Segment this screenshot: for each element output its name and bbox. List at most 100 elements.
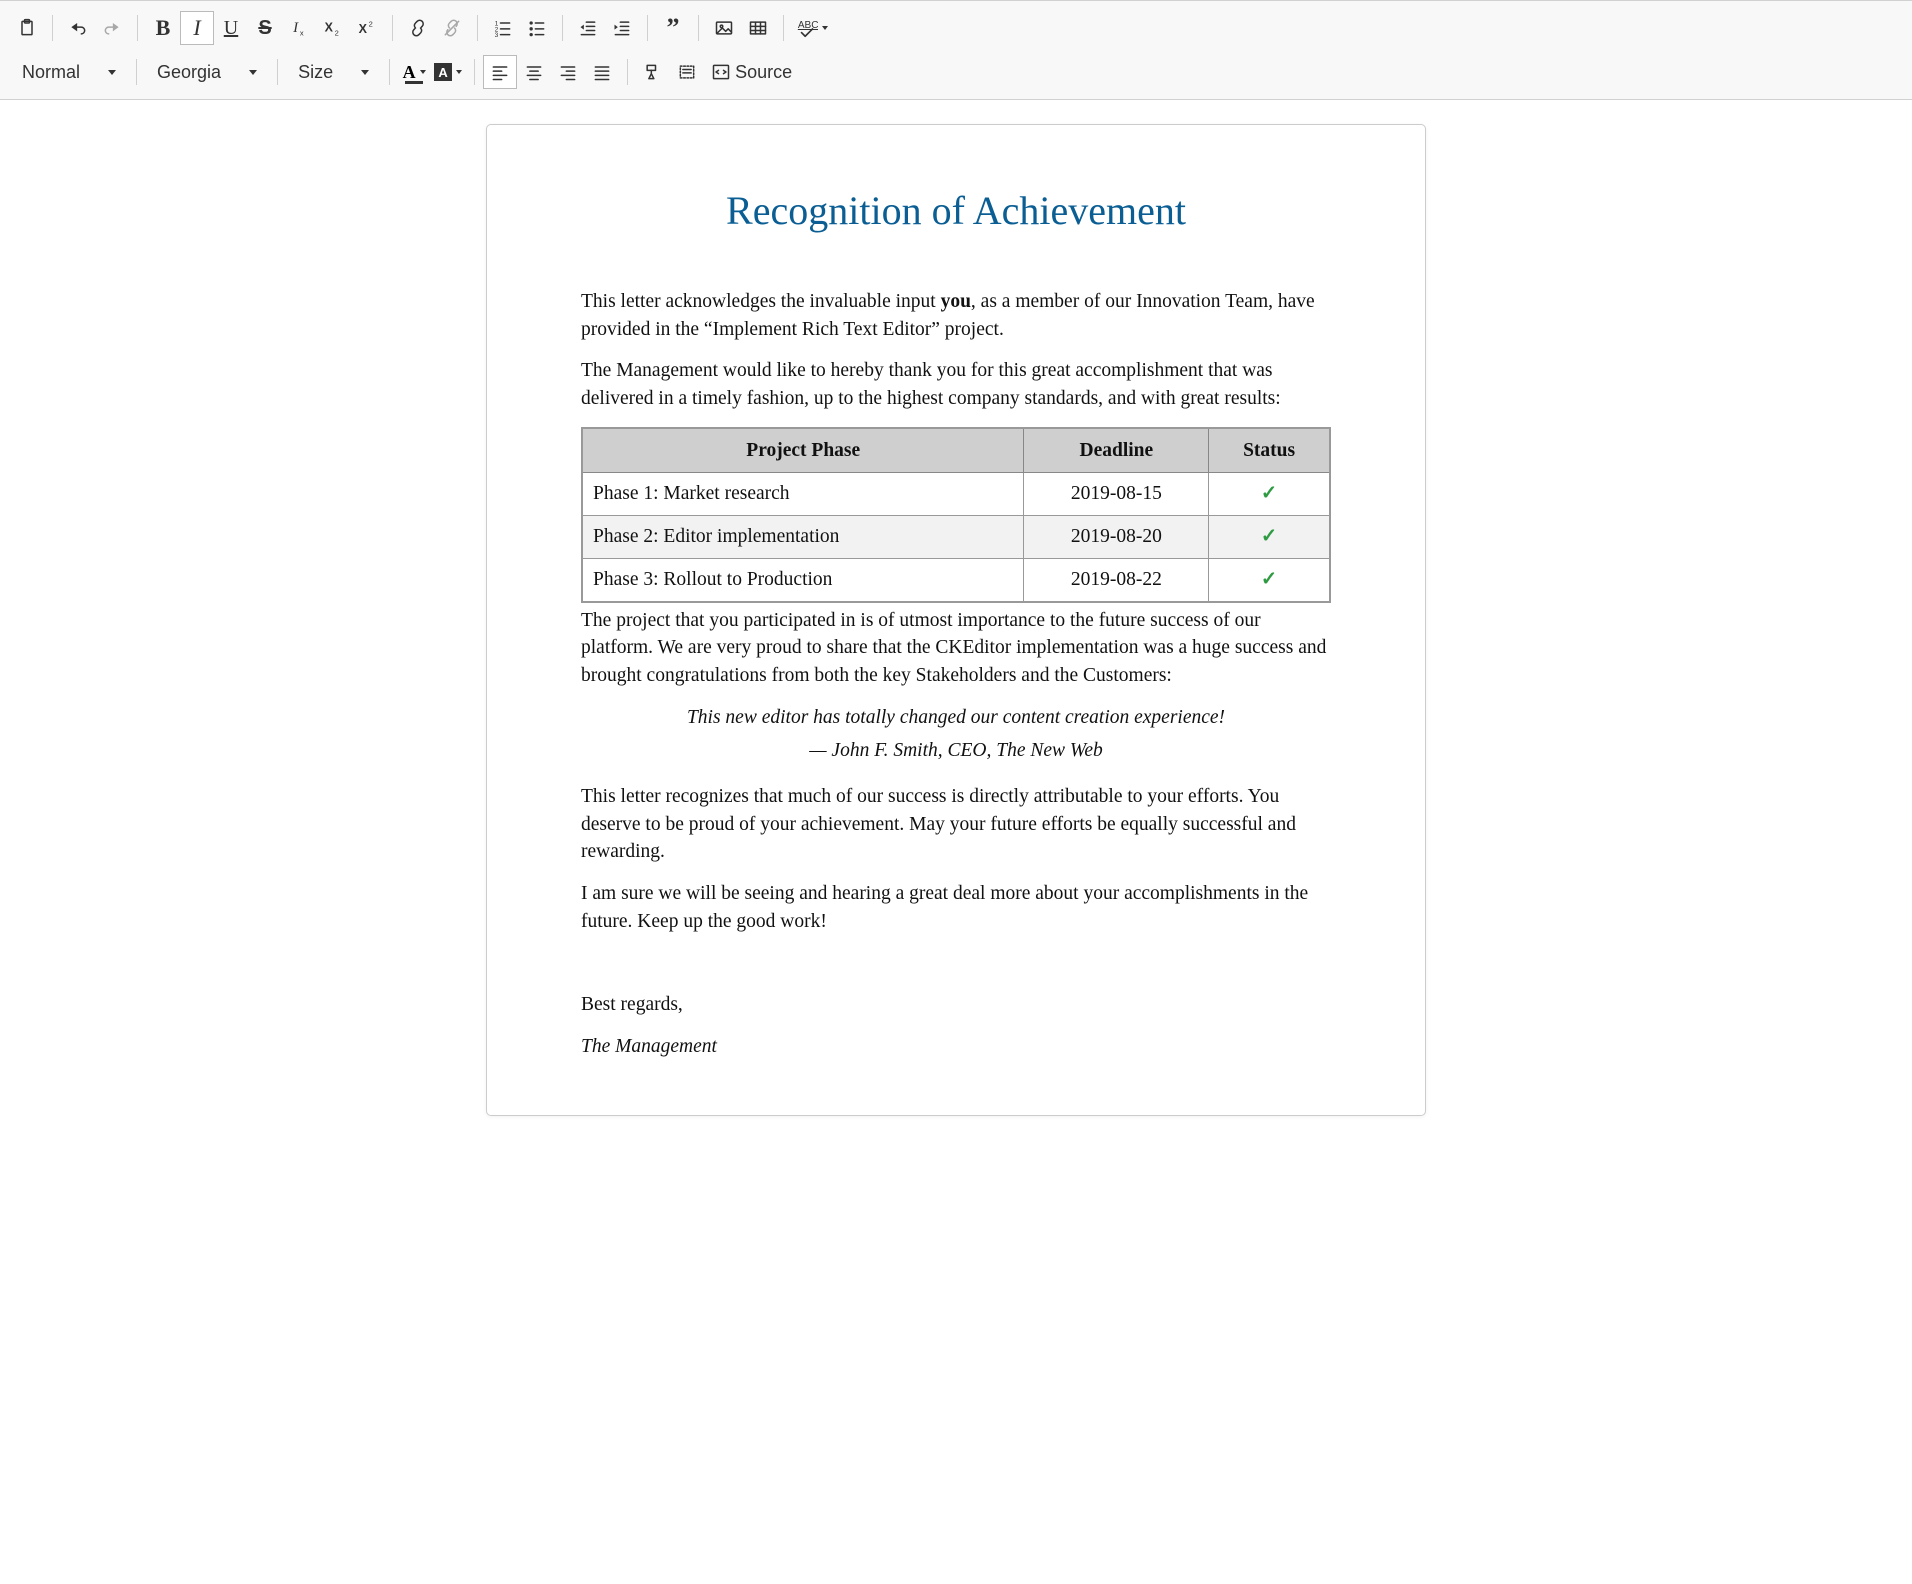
dropdown-label: Normal bbox=[22, 62, 80, 83]
separator bbox=[277, 59, 278, 85]
table-button[interactable] bbox=[741, 11, 775, 45]
document-page[interactable]: Recognition of Achievement This letter a… bbox=[486, 124, 1426, 1116]
toolbar-row-2: Normal Georgia Size A A bbox=[10, 51, 1902, 93]
separator bbox=[783, 15, 784, 41]
italic-button[interactable]: I bbox=[180, 11, 214, 45]
numbered-list-button[interactable]: 123 bbox=[486, 11, 520, 45]
text: This letter acknowledges the invaluable … bbox=[581, 291, 941, 312]
svg-text:X: X bbox=[359, 22, 368, 36]
align-left-button[interactable] bbox=[483, 55, 517, 89]
bold-button[interactable]: B bbox=[146, 11, 180, 45]
blockquote-button[interactable]: ” bbox=[656, 11, 690, 45]
paragraph[interactable]: I am sure we will be seeing and hearing … bbox=[581, 880, 1331, 935]
separator bbox=[647, 15, 648, 41]
signoff-block[interactable]: Best regards, The Management bbox=[581, 991, 1331, 1060]
svg-text:X: X bbox=[325, 20, 334, 34]
blockquote[interactable]: This new editor has totally changed our … bbox=[581, 704, 1331, 765]
svg-text:2: 2 bbox=[369, 19, 373, 28]
paragraph[interactable]: This letter acknowledges the invaluable … bbox=[581, 288, 1331, 343]
remove-format-button[interactable]: Ix bbox=[282, 11, 316, 45]
table-header-row: Project Phase Deadline Status bbox=[582, 428, 1330, 473]
outdent-button[interactable] bbox=[571, 11, 605, 45]
separator bbox=[52, 15, 53, 41]
paragraph[interactable]: The project that you participated in is … bbox=[581, 607, 1331, 690]
editor-canvas[interactable]: Recognition of Achievement This letter a… bbox=[0, 100, 1912, 1116]
table-cell[interactable]: 2019-08-22 bbox=[1024, 558, 1209, 601]
chevron-down-icon bbox=[420, 70, 426, 74]
font-size-dropdown[interactable]: Size bbox=[286, 55, 381, 89]
separator bbox=[392, 15, 393, 41]
bg-color-swatch: A bbox=[434, 63, 452, 81]
svg-text:I: I bbox=[292, 20, 299, 36]
align-justify-button[interactable] bbox=[585, 55, 619, 89]
paragraph[interactable]: This letter recognizes that much of our … bbox=[581, 783, 1331, 866]
table-cell[interactable]: 2019-08-20 bbox=[1024, 516, 1209, 559]
table-row[interactable]: Phase 1: Market research 2019-08-15 ✓ bbox=[582, 473, 1330, 516]
check-icon: ✓ bbox=[1261, 483, 1277, 504]
table-cell[interactable]: Phase 1: Market research bbox=[582, 473, 1024, 516]
bullet-list-button[interactable] bbox=[520, 11, 554, 45]
superscript-button[interactable]: X2 bbox=[350, 11, 384, 45]
link-button[interactable] bbox=[401, 11, 435, 45]
chevron-down-icon bbox=[822, 26, 828, 30]
paragraph[interactable]: The Management would like to hereby than… bbox=[581, 357, 1331, 412]
text-color-button[interactable]: A bbox=[398, 57, 430, 87]
paragraph-format-dropdown[interactable]: Normal bbox=[10, 55, 128, 89]
paste-button[interactable] bbox=[10, 11, 44, 45]
copy-formatting-button[interactable] bbox=[636, 55, 670, 89]
table-row[interactable]: Phase 3: Rollout to Production 2019-08-2… bbox=[582, 558, 1330, 601]
signoff-name[interactable]: The Management bbox=[581, 1033, 1331, 1061]
text-color-swatch bbox=[405, 81, 423, 84]
table-cell[interactable]: ✓ bbox=[1209, 558, 1330, 601]
separator bbox=[627, 59, 628, 85]
svg-text:x: x bbox=[300, 29, 304, 38]
separator bbox=[389, 59, 390, 85]
table-cell[interactable]: 2019-08-15 bbox=[1024, 473, 1209, 516]
separator bbox=[477, 15, 478, 41]
toolbar-row-1: B I U S Ix X2 X2 123 bbox=[10, 7, 1902, 49]
quote-attribution: — John F. Smith, CEO, The New Web bbox=[581, 737, 1331, 765]
separator bbox=[698, 15, 699, 41]
underline-button[interactable]: U bbox=[214, 11, 248, 45]
project-table[interactable]: Project Phase Deadline Status Phase 1: M… bbox=[581, 427, 1331, 603]
separator bbox=[474, 59, 475, 85]
table-cell[interactable]: Phase 3: Rollout to Production bbox=[582, 558, 1024, 601]
separator bbox=[137, 15, 138, 41]
undo-button[interactable] bbox=[61, 11, 95, 45]
table-cell[interactable]: Phase 2: Editor implementation bbox=[582, 516, 1024, 559]
document-title[interactable]: Recognition of Achievement bbox=[581, 187, 1331, 234]
show-blocks-button[interactable] bbox=[670, 55, 704, 89]
check-icon: ✓ bbox=[1261, 569, 1277, 590]
svg-text:3: 3 bbox=[495, 32, 499, 38]
editor-toolbar: B I U S Ix X2 X2 123 bbox=[0, 0, 1912, 100]
dropdown-label: Size bbox=[298, 62, 333, 83]
align-right-button[interactable] bbox=[551, 55, 585, 89]
chevron-down-icon bbox=[456, 70, 462, 74]
separator bbox=[562, 15, 563, 41]
separator bbox=[136, 59, 137, 85]
table-header[interactable]: Deadline bbox=[1024, 428, 1209, 473]
align-center-button[interactable] bbox=[517, 55, 551, 89]
chevron-down-icon bbox=[108, 70, 116, 75]
indent-button[interactable] bbox=[605, 11, 639, 45]
dropdown-label: Georgia bbox=[157, 62, 221, 83]
document-body[interactable]: This letter acknowledges the invaluable … bbox=[581, 288, 1331, 1061]
unlink-button[interactable] bbox=[435, 11, 469, 45]
subscript-button[interactable]: X2 bbox=[316, 11, 350, 45]
strikethrough-button[interactable]: S bbox=[248, 11, 282, 45]
source-button[interactable]: Source bbox=[704, 55, 799, 89]
check-icon: ✓ bbox=[1261, 526, 1277, 547]
background-color-button[interactable]: A bbox=[430, 63, 466, 81]
image-button[interactable] bbox=[707, 11, 741, 45]
table-row[interactable]: Phase 2: Editor implementation 2019-08-2… bbox=[582, 516, 1330, 559]
font-family-dropdown[interactable]: Georgia bbox=[145, 55, 269, 89]
redo-button[interactable] bbox=[95, 11, 129, 45]
signoff-text[interactable]: Best regards, bbox=[581, 991, 1331, 1019]
table-header[interactable]: Project Phase bbox=[582, 428, 1024, 473]
table-cell[interactable]: ✓ bbox=[1209, 473, 1330, 516]
table-cell[interactable]: ✓ bbox=[1209, 516, 1330, 559]
svg-text:ABC: ABC bbox=[798, 20, 818, 31]
spellcheck-button[interactable]: ABC bbox=[792, 17, 832, 39]
quote-text: This new editor has totally changed our … bbox=[581, 704, 1331, 732]
table-header[interactable]: Status bbox=[1209, 428, 1330, 473]
